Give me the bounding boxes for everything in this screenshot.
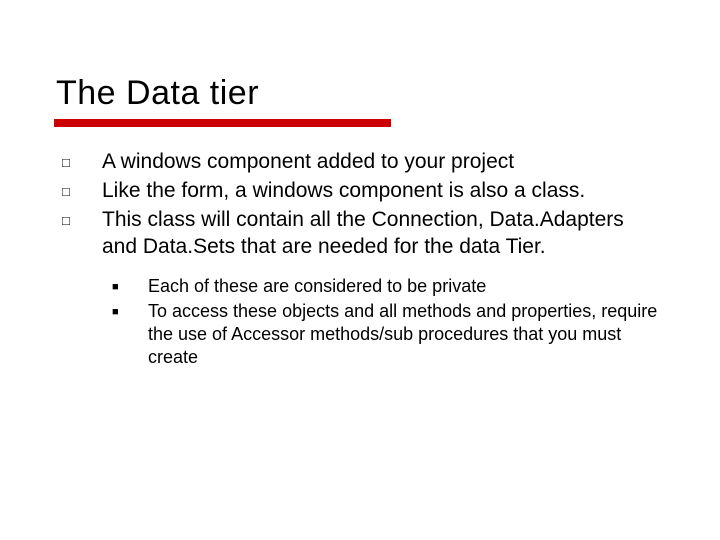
list-item-text: To access these objects and all methods …	[148, 300, 664, 369]
list-item-text: Each of these are considered to be priva…	[148, 275, 664, 298]
square-bullet-icon: ■	[108, 275, 148, 298]
list-item: □ A windows component added to your proj…	[56, 149, 664, 176]
square-bullet-icon: ■	[108, 300, 148, 369]
list-item: □ Like the form, a windows component is …	[56, 178, 664, 205]
box-bullet-icon: □	[56, 178, 102, 205]
list-item: ■ Each of these are considered to be pri…	[108, 275, 664, 298]
bullet-list: □ A windows component added to your proj…	[56, 149, 664, 369]
sub-bullet-list: ■ Each of these are considered to be pri…	[56, 275, 664, 369]
list-item-text: This class will contain all the Connecti…	[102, 207, 664, 261]
title-underline	[54, 119, 391, 127]
list-item: □ This class will contain all the Connec…	[56, 207, 664, 261]
slide-title: The Data tier	[56, 74, 664, 113]
list-item-text: A windows component added to your projec…	[102, 149, 664, 176]
box-bullet-icon: □	[56, 149, 102, 176]
list-item-text: Like the form, a windows component is al…	[102, 178, 664, 205]
box-bullet-icon: □	[56, 207, 102, 261]
list-item: ■ To access these objects and all method…	[108, 300, 664, 369]
